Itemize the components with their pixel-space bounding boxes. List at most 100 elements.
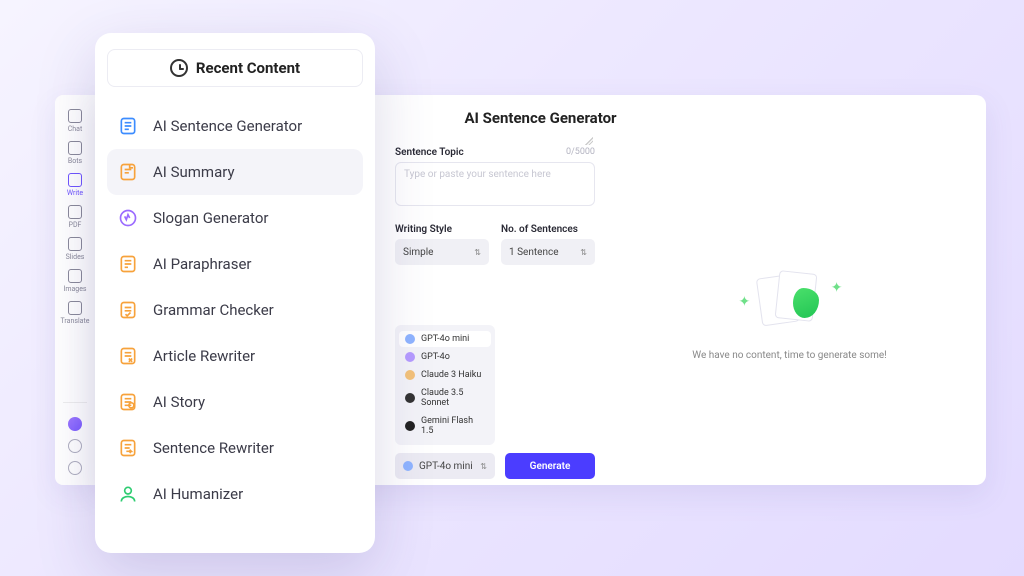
model-icon bbox=[405, 334, 415, 344]
tool-item-humanizer[interactable]: AI Humanizer bbox=[107, 471, 363, 517]
sparkle-icon: ✦ bbox=[739, 294, 751, 310]
chat-icon bbox=[68, 109, 82, 123]
model-icon bbox=[405, 352, 415, 362]
sparkle-icon: ✦ bbox=[831, 280, 843, 296]
clock-icon bbox=[170, 59, 188, 77]
slides-icon bbox=[68, 237, 82, 251]
tool-label: AI Paraphraser bbox=[153, 255, 252, 273]
tool-label: AI Summary bbox=[153, 163, 235, 181]
resize-handle-icon[interactable] bbox=[585, 137, 593, 145]
rail-label: PDF bbox=[69, 221, 82, 229]
model-option[interactable]: GPT-4o mini bbox=[399, 331, 491, 347]
model-option[interactable]: Gemini Flash 1.5 bbox=[399, 413, 491, 439]
translate-icon bbox=[68, 301, 82, 315]
rail-item-write[interactable]: Write bbox=[60, 173, 90, 197]
tool-label: AI Humanizer bbox=[153, 485, 243, 503]
rail-label: Chat bbox=[68, 125, 83, 133]
rail-label: Images bbox=[63, 285, 86, 293]
topic-label-row: Sentence Topic 0/5000 bbox=[395, 147, 595, 158]
rail-separator bbox=[63, 402, 87, 403]
summary-icon bbox=[115, 159, 141, 185]
recent-content-header[interactable]: Recent Content bbox=[107, 49, 363, 87]
rail-item-images[interactable]: Images bbox=[60, 269, 90, 293]
tool-label: Article Rewriter bbox=[153, 347, 255, 365]
model-option[interactable]: Claude 3.5 Sonnet bbox=[399, 385, 491, 411]
output-column: ✦ ✦ We have no content, time to generate… bbox=[613, 147, 966, 479]
chevron-updown-icon: ⇅ bbox=[474, 248, 481, 257]
model-option[interactable]: Claude 3 Haiku bbox=[399, 367, 491, 383]
sentence-count-value: 1 Sentence bbox=[509, 247, 559, 258]
model-select[interactable]: GPT-4o mini ⇅ bbox=[395, 453, 495, 479]
empty-state-text: We have no content, time to generate som… bbox=[692, 350, 886, 361]
tool-label: AI Story bbox=[153, 393, 205, 411]
tool-label: Grammar Checker bbox=[153, 301, 274, 319]
empty-illustration: ✦ ✦ bbox=[745, 266, 835, 336]
bots-icon bbox=[68, 141, 82, 155]
slogan-icon bbox=[115, 205, 141, 231]
rail-label: Slides bbox=[66, 253, 85, 261]
tool-item-summary[interactable]: AI Summary bbox=[107, 149, 363, 195]
rail-item-translate[interactable]: Translate bbox=[60, 301, 90, 325]
model-option[interactable]: GPT-4o bbox=[399, 349, 491, 365]
tool-item-story[interactable]: AI Story bbox=[107, 379, 363, 425]
left-rail: Chat Bots Write PDF Slides Images Transl… bbox=[55, 95, 95, 485]
topic-input[interactable] bbox=[395, 162, 595, 206]
pdf-icon bbox=[68, 205, 82, 219]
sentence-count-select[interactable]: 1 Sentence ⇅ bbox=[501, 239, 595, 265]
grammar-icon bbox=[115, 297, 141, 323]
sentence-rewriter-icon bbox=[115, 435, 141, 461]
rail-label: Translate bbox=[61, 317, 90, 325]
rail-label: Bots bbox=[68, 157, 82, 165]
tool-item-grammar[interactable]: Grammar Checker bbox=[107, 287, 363, 333]
model-dropdown: GPT-4o mini GPT-4o Claude 3 Haiku Claude… bbox=[395, 325, 495, 445]
recent-content-title: Recent Content bbox=[196, 59, 300, 77]
writing-style-group: Writing Style Simple ⇅ bbox=[395, 224, 489, 265]
topic-label: Sentence Topic bbox=[395, 147, 464, 158]
rail-bottom bbox=[63, 396, 87, 475]
write-icon bbox=[68, 173, 82, 187]
tool-label: AI Sentence Generator bbox=[153, 117, 302, 135]
recent-content-panel: Recent Content AI Sentence Generator AI … bbox=[95, 33, 375, 553]
sentence-generator-icon bbox=[115, 113, 141, 139]
tool-item-sentence-generator[interactable]: AI Sentence Generator bbox=[107, 103, 363, 149]
rail-item-pdf[interactable]: PDF bbox=[60, 205, 90, 229]
tool-label: Slogan Generator bbox=[153, 209, 268, 227]
tool-list: AI Sentence Generator AI Summary Slogan … bbox=[107, 103, 363, 517]
sentence-count-label: No. of Sentences bbox=[501, 224, 595, 235]
rail-label: Write bbox=[67, 189, 83, 197]
empty-state: ✦ ✦ We have no content, time to generate… bbox=[613, 147, 966, 479]
rail-help-icon[interactable] bbox=[68, 461, 82, 475]
writing-style-label: Writing Style bbox=[395, 224, 489, 235]
story-icon bbox=[115, 389, 141, 415]
form-column: Sentence Topic 0/5000 Writing Style Simp… bbox=[395, 147, 595, 479]
chevron-updown-icon: ⇅ bbox=[580, 248, 587, 257]
model-name: Claude 3.5 Sonnet bbox=[421, 388, 485, 408]
generate-button[interactable]: Generate bbox=[505, 453, 595, 479]
model-name: Gemini Flash 1.5 bbox=[421, 416, 485, 436]
paraphraser-icon bbox=[115, 251, 141, 277]
model-name: Claude 3 Haiku bbox=[421, 370, 481, 380]
rail-settings-icon[interactable] bbox=[68, 439, 82, 453]
writing-style-select[interactable]: Simple ⇅ bbox=[395, 239, 489, 265]
rail-item-slides[interactable]: Slides bbox=[60, 237, 90, 261]
tool-item-paraphraser[interactable]: AI Paraphraser bbox=[107, 241, 363, 287]
rewriter-icon bbox=[115, 343, 141, 369]
char-counter: 0/5000 bbox=[566, 147, 595, 158]
images-icon bbox=[68, 269, 82, 283]
sentence-count-group: No. of Sentences 1 Sentence ⇅ bbox=[501, 224, 595, 265]
options-row: Writing Style Simple ⇅ No. of Sentences … bbox=[395, 224, 595, 265]
tool-item-rewriter[interactable]: Article Rewriter bbox=[107, 333, 363, 379]
model-icon bbox=[405, 421, 415, 431]
model-name: GPT-4o bbox=[421, 352, 450, 362]
generate-row: GPT-4o mini ⇅ Generate bbox=[395, 453, 595, 479]
rail-upgrade-icon[interactable] bbox=[68, 417, 82, 431]
model-icon bbox=[405, 393, 415, 403]
rail-item-bots[interactable]: Bots bbox=[60, 141, 90, 165]
tool-item-slogan[interactable]: Slogan Generator bbox=[107, 195, 363, 241]
model-selected-value: GPT-4o mini bbox=[419, 461, 473, 472]
tool-item-sentence-rewriter[interactable]: Sentence Rewriter bbox=[107, 425, 363, 471]
rail-item-chat[interactable]: Chat bbox=[60, 109, 90, 133]
tool-label: Sentence Rewriter bbox=[153, 439, 274, 457]
model-name: GPT-4o mini bbox=[421, 334, 469, 344]
chevron-updown-icon: ⇅ bbox=[480, 462, 487, 471]
